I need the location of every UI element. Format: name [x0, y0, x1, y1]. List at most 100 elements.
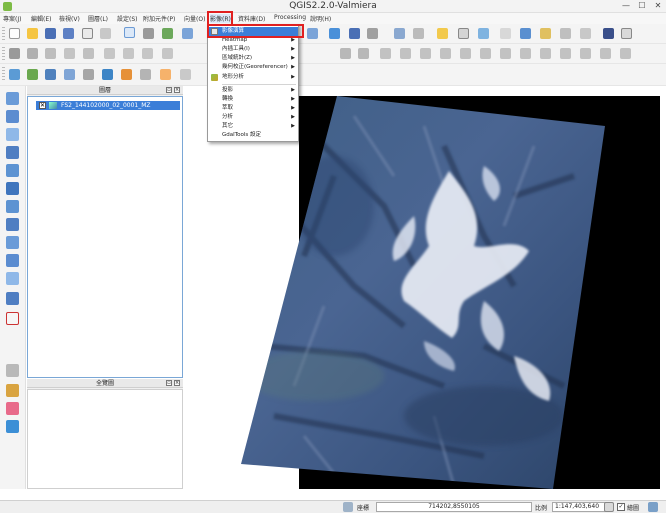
layer-item[interactable]: ✕ FS2_144102000_02_0001_MZ: [36, 101, 180, 110]
move-label-icon[interactable]: [600, 48, 611, 59]
add-wfs-icon[interactable]: [6, 218, 19, 231]
coordinate-toggle-icon[interactable]: [343, 502, 353, 512]
save-edits-icon[interactable]: [27, 48, 38, 59]
new-shapefile-icon[interactable]: [180, 69, 191, 80]
menu-item-conversion[interactable]: 轉換 ▶: [208, 95, 298, 104]
menu-project[interactable]: 專案(J): [3, 14, 21, 23]
menu-processing[interactable]: Processing: [274, 14, 306, 21]
pan-to-selection-icon[interactable]: [162, 28, 173, 39]
refresh-icon[interactable]: [329, 28, 340, 39]
scale-dropdown-icon[interactable]: [604, 502, 614, 512]
help-book-icon[interactable]: [603, 28, 614, 39]
rotate-label-icon[interactable]: [580, 48, 591, 59]
add-raster-icon[interactable]: [6, 110, 19, 123]
identify-icon[interactable]: [349, 28, 360, 39]
new-vector-layer-icon[interactable]: [6, 292, 19, 305]
menu-vector[interactable]: 向量(O): [184, 14, 205, 23]
scale-field[interactable]: 1:147,403,640: [552, 502, 607, 512]
field-calculator-icon[interactable]: [437, 28, 448, 39]
layer-visibility-checkbox[interactable]: ✕: [39, 102, 46, 109]
add-part-icon[interactable]: [420, 48, 431, 59]
delete-part-icon[interactable]: [460, 48, 471, 59]
add-raster-layer-icon[interactable]: [27, 69, 38, 80]
add-oracle-icon[interactable]: [6, 236, 19, 249]
menu-item-extraction[interactable]: 萃取 ▶: [208, 104, 298, 113]
menu-item-zonal-statistics[interactable]: 區域統計(Z) ▶: [208, 54, 298, 63]
add-wms-icon[interactable]: [6, 182, 19, 195]
measure-icon[interactable]: [478, 28, 489, 39]
split-features-icon[interactable]: [520, 48, 531, 59]
close-button[interactable]: ✕: [650, 1, 666, 11]
render-checkbox[interactable]: ✓: [617, 503, 625, 511]
composer-manager-icon[interactable]: [100, 28, 111, 39]
cut-features-icon[interactable]: [123, 48, 134, 59]
add-wms-layer-icon[interactable]: [102, 69, 113, 80]
coordinate-field[interactable]: 714202,8550105: [376, 502, 532, 512]
panel-float-icon[interactable]: ▫: [166, 87, 172, 93]
delete-selected-icon[interactable]: [104, 48, 115, 59]
delete-ring-icon[interactable]: [440, 48, 451, 59]
menu-item-projections[interactable]: 投影 ▶: [208, 86, 298, 95]
annotation-icon[interactable]: [560, 28, 571, 39]
menu-plugins[interactable]: 附加元件(P): [143, 14, 175, 23]
text-annotation-icon[interactable]: [580, 28, 591, 39]
toolbar-handle[interactable]: [2, 67, 5, 82]
add-ring-icon[interactable]: [400, 48, 411, 59]
reshape-icon[interactable]: [480, 48, 491, 59]
add-wcs-layer-icon[interactable]: [121, 69, 132, 80]
add-wcs-icon[interactable]: [6, 200, 19, 213]
menu-item-gdaltools-settings[interactable]: GdalTools 設定: [208, 131, 298, 140]
menu-item-analysis[interactable]: 分析 ▶: [208, 113, 298, 122]
change-label-icon[interactable]: [620, 48, 631, 59]
save-as-icon[interactable]: [63, 28, 74, 39]
menu-help[interactable]: 說明(H): [310, 14, 331, 23]
menu-view[interactable]: 檢視(V): [59, 14, 80, 23]
python-console-icon[interactable]: [6, 420, 19, 433]
new-project-icon[interactable]: [9, 28, 20, 39]
toolbar-handle[interactable]: [2, 47, 5, 61]
add-postgis-layer-icon[interactable]: [45, 69, 56, 80]
zoom-last-icon[interactable]: [307, 28, 318, 39]
open-project-icon[interactable]: [27, 28, 38, 39]
add-vector-icon[interactable]: [6, 92, 19, 105]
bookmark-icon[interactable]: [540, 28, 551, 39]
menu-item-georeferencer[interactable]: 幾何校正(Georeferencer) ▶: [208, 63, 298, 72]
menu-layer[interactable]: 圖層(L): [88, 14, 108, 23]
merge-features-icon[interactable]: [540, 48, 551, 59]
menu-item-miscellaneous[interactable]: 其它 ▶: [208, 122, 298, 131]
toggle-editing-icon[interactable]: [9, 48, 20, 59]
zoom-in-icon[interactable]: [182, 28, 193, 39]
pan-icon[interactable]: [143, 28, 154, 39]
layers-tree[interactable]: ✕ FS2_144102000_02_0001_MZ: [27, 96, 183, 378]
gps-icon[interactable]: [6, 364, 19, 377]
remove-layer-icon[interactable]: [6, 312, 19, 325]
paste-features-icon[interactable]: [162, 48, 173, 59]
undo-icon[interactable]: [340, 48, 351, 59]
copy-features-icon[interactable]: [142, 48, 153, 59]
crs-status-icon[interactable]: [648, 502, 658, 512]
add-spatialite-layer-icon[interactable]: [64, 69, 75, 80]
offset-curve-icon[interactable]: [500, 48, 511, 59]
add-wfs-layer-icon[interactable]: [140, 69, 151, 80]
add-spatialite-icon[interactable]: [6, 146, 19, 159]
statistics-icon[interactable]: [500, 28, 511, 39]
menu-settings[interactable]: 設定(S): [117, 14, 138, 23]
menu-item-interpolation[interactable]: 內插工具(I) ▶: [208, 45, 298, 54]
menu-database[interactable]: 資料庫(D): [238, 14, 265, 23]
attribute-table-icon[interactable]: [458, 28, 469, 39]
add-mssql-layer-icon[interactable]: [83, 69, 94, 80]
overview-canvas[interactable]: [27, 389, 183, 489]
save-project-icon[interactable]: [45, 28, 56, 39]
merge-attributes-icon[interactable]: [560, 48, 571, 59]
panel-float-icon[interactable]: ▫: [166, 380, 172, 386]
add-delimited-text-icon[interactable]: [160, 69, 171, 80]
maximize-button[interactable]: ☐: [634, 1, 650, 11]
menu-edit[interactable]: 編輯(E): [31, 14, 51, 23]
redo-icon[interactable]: [358, 48, 369, 59]
add-mssql-icon[interactable]: [6, 164, 19, 177]
panel-close-icon[interactable]: ×: [174, 380, 180, 386]
add-feature-icon[interactable]: [45, 48, 56, 59]
minimize-button[interactable]: —: [618, 1, 634, 11]
add-vector-layer-icon[interactable]: [9, 69, 20, 80]
whats-this-icon[interactable]: [621, 28, 632, 39]
